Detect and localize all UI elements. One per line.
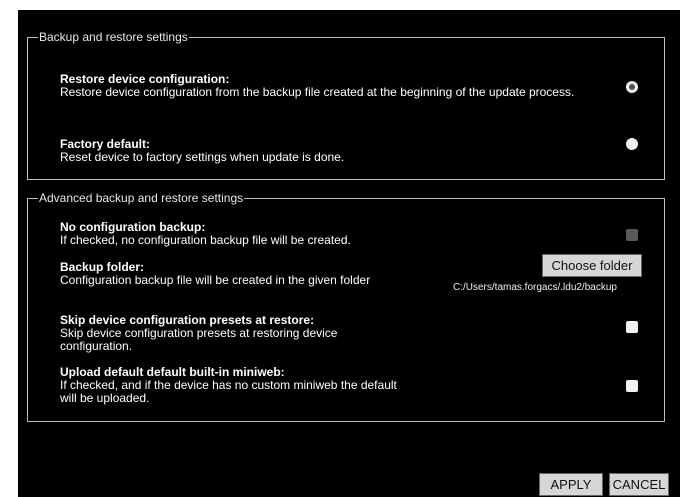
upload-miniweb-checkbox[interactable] <box>626 380 638 392</box>
factory-option: Factory default: Reset device to factory… <box>60 138 600 164</box>
restore-radio[interactable] <box>626 81 638 93</box>
skip-presets-desc: Skip device configuration presets at res… <box>60 326 338 353</box>
choose-folder-button[interactable]: Choose folder <box>542 254 642 277</box>
backup-folder-option: Backup folder: Configuration backup file… <box>60 261 500 287</box>
skip-presets-option: Skip device configuration presets at res… <box>60 314 390 353</box>
no-backup-desc: If checked, no configuration backup file… <box>60 233 351 247</box>
upload-miniweb-option: Upload default default built-in miniweb:… <box>60 366 405 405</box>
apply-button[interactable]: APPLY <box>539 473 603 496</box>
restore-desc: Restore device configuration from the ba… <box>60 85 575 99</box>
skip-presets-checkbox[interactable] <box>626 321 638 333</box>
upload-miniweb-desc: If checked, and if the device has no cus… <box>60 378 397 405</box>
factory-radio[interactable] <box>626 138 638 150</box>
backup-restore-legend: Backup and restore settings <box>39 30 188 44</box>
backup-folder-desc: Configuration backup file will be create… <box>60 273 371 287</box>
advanced-backup-legend: Advanced backup and restore settings <box>39 191 244 205</box>
no-backup-checkbox[interactable] <box>626 229 638 241</box>
backup-folder-path: C:/Users/tamas.forgacs/.ldu2/backup <box>453 282 617 293</box>
cancel-button[interactable]: CANCEL <box>609 473 669 496</box>
factory-desc: Reset device to factory settings when up… <box>60 150 345 164</box>
restore-option: Restore device configuration: Restore de… <box>60 73 600 99</box>
no-backup-option: No configuration backup: If checked, no … <box>60 221 600 247</box>
